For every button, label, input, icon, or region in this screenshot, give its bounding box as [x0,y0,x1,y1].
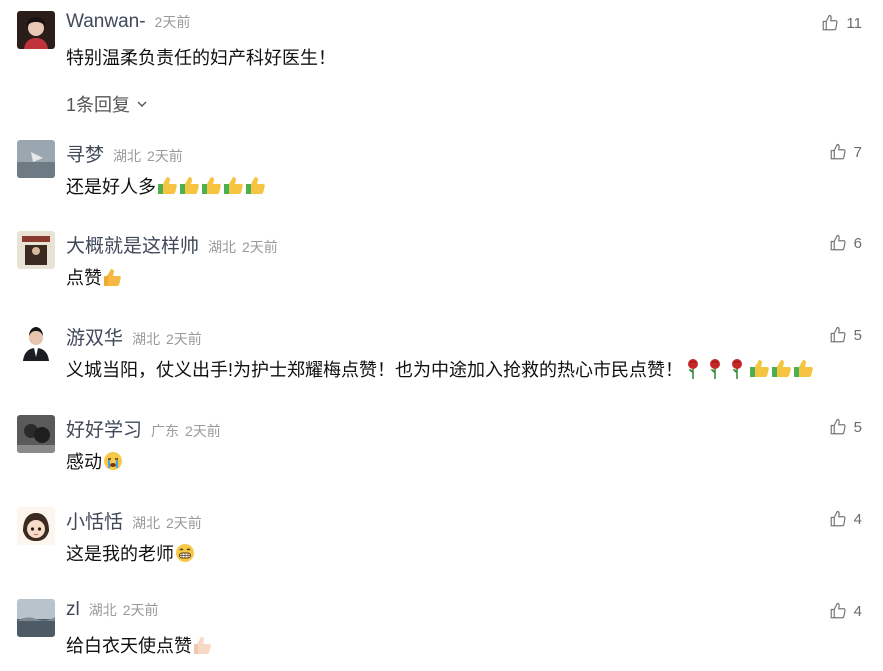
timestamp: 2天前 [147,148,183,164]
like-count: 5 [853,326,862,344]
avatar[interactable] [17,323,55,361]
comment-text: 还是好人多 [66,173,267,199]
comment-header: Wanwan- 2天前 [66,11,190,37]
comment-text-content: 特别温柔负责任的妇产科好医生！ [66,48,336,68]
avatar[interactable] [17,140,55,178]
location: 湖北 [132,515,161,531]
comment-header: 游双华 湖北 2天前 [66,323,202,349]
timestamp: 2天前 [122,602,159,618]
comment-text: 特别温柔负责任的妇产科好医生！ [66,44,336,70]
username[interactable]: 好好学习 [66,415,142,442]
grinning-face-emoji-icon [175,543,195,563]
avatar[interactable] [17,599,55,637]
comment-text-content: 这是我的老师 [66,544,174,564]
comment-text: 给白衣天使点赞 [66,632,213,658]
like-count: 11 [846,14,862,32]
avatar[interactable] [17,11,55,49]
thumbs-up-outline-icon [830,234,846,251]
chevron-down-icon [137,101,147,107]
comment-text-content: 给白衣天使点赞 [66,636,192,656]
thumbs-up-emoji-icon [749,359,817,379]
comment-text-content: 感动 [66,452,102,472]
thumbs-up-outline-icon [830,602,846,619]
thumbs-up-emoji-icon [103,267,123,287]
thumbs-up-emoji-icon [157,176,267,196]
thumbs-up-outline-icon [830,143,846,160]
username[interactable]: Wanwan- [66,11,146,33]
comment-text-content: 点赞 [66,268,102,288]
comment-header: 好好学习 广东 2天前 [66,415,221,441]
location: 湖北 [113,148,142,164]
comment-meta: 广东 2天前 [151,421,221,441]
username[interactable]: 小恬恬 [66,507,123,534]
like-button[interactable]: 11 [821,11,862,35]
thumbs-up-outline-icon [823,14,839,31]
comment-text: 这是我的老师 [66,540,195,566]
comment-meta: 湖北 2天前 [132,513,202,533]
comment-meta: 湖北 2天前 [208,237,278,257]
like-button[interactable]: 5 [829,323,862,347]
timestamp: 2天前 [154,14,191,30]
location: 广东 [151,423,180,439]
like-count: 4 [853,602,862,620]
username[interactable]: 大概就是这样帅 [66,231,199,258]
like-count: 4 [853,510,862,528]
avatar[interactable] [17,415,55,453]
username[interactable]: 寻梦 [66,140,104,167]
comment-meta: 湖北 2天前 [113,146,183,166]
thumbs-up-outline-icon [830,510,846,527]
comment-meta: 湖北 2天前 [132,329,202,349]
like-count: 5 [853,418,862,436]
comment-header: 小恬恬 湖北 2天前 [66,507,202,533]
username[interactable]: 游双华 [66,323,123,350]
comment-text: 点赞 [66,264,123,290]
timestamp: 2天前 [166,331,202,347]
avatar[interactable] [17,507,55,545]
comment-text: 感动 [66,448,123,474]
thumbs-up-emoji-icon [193,635,213,655]
comment-text-content: 还是好人多 [66,177,156,197]
thumbs-up-outline-icon [830,418,846,435]
like-button[interactable]: 6 [829,231,862,255]
rose-emoji-icon [684,358,748,380]
timestamp: 2天前 [242,239,278,255]
timestamp: 2天前 [166,515,202,531]
comment-header: zl 湖北 2天前 [66,599,159,625]
avatar[interactable] [17,231,55,269]
comment-header: 大概就是这样帅 湖北 2天前 [66,231,278,257]
like-count: 7 [853,143,862,161]
like-button[interactable]: 4 [829,599,862,623]
location: 湖北 [208,239,237,255]
username[interactable]: zl [66,599,80,621]
location: 湖北 [132,331,161,347]
comment-header: 寻梦 湖北 2天前 [66,140,183,166]
thumbs-up-outline-icon [830,326,846,343]
location: 湖北 [88,602,117,618]
comment-meta: 湖北 2天前 [89,600,159,620]
like-button[interactable]: 5 [829,415,862,439]
expand-replies-button[interactable]: 1条回复 [66,91,148,117]
timestamp: 2天前 [185,423,221,439]
comment-meta: 2天前 [155,12,191,32]
like-button[interactable]: 7 [829,140,862,164]
comment-text-content: 义城当阳，仗义出手!为护士郑耀梅点赞！也为中途加入抢救的热心市民点赞！ [66,360,683,380]
like-button[interactable]: 4 [829,507,862,531]
replies-label: 1条回复 [66,95,131,115]
comment-text: 义城当阳，仗义出手!为护士郑耀梅点赞！也为中途加入抢救的热心市民点赞！ [66,356,817,382]
crying-face-emoji-icon [103,451,123,471]
like-count: 6 [853,234,862,252]
